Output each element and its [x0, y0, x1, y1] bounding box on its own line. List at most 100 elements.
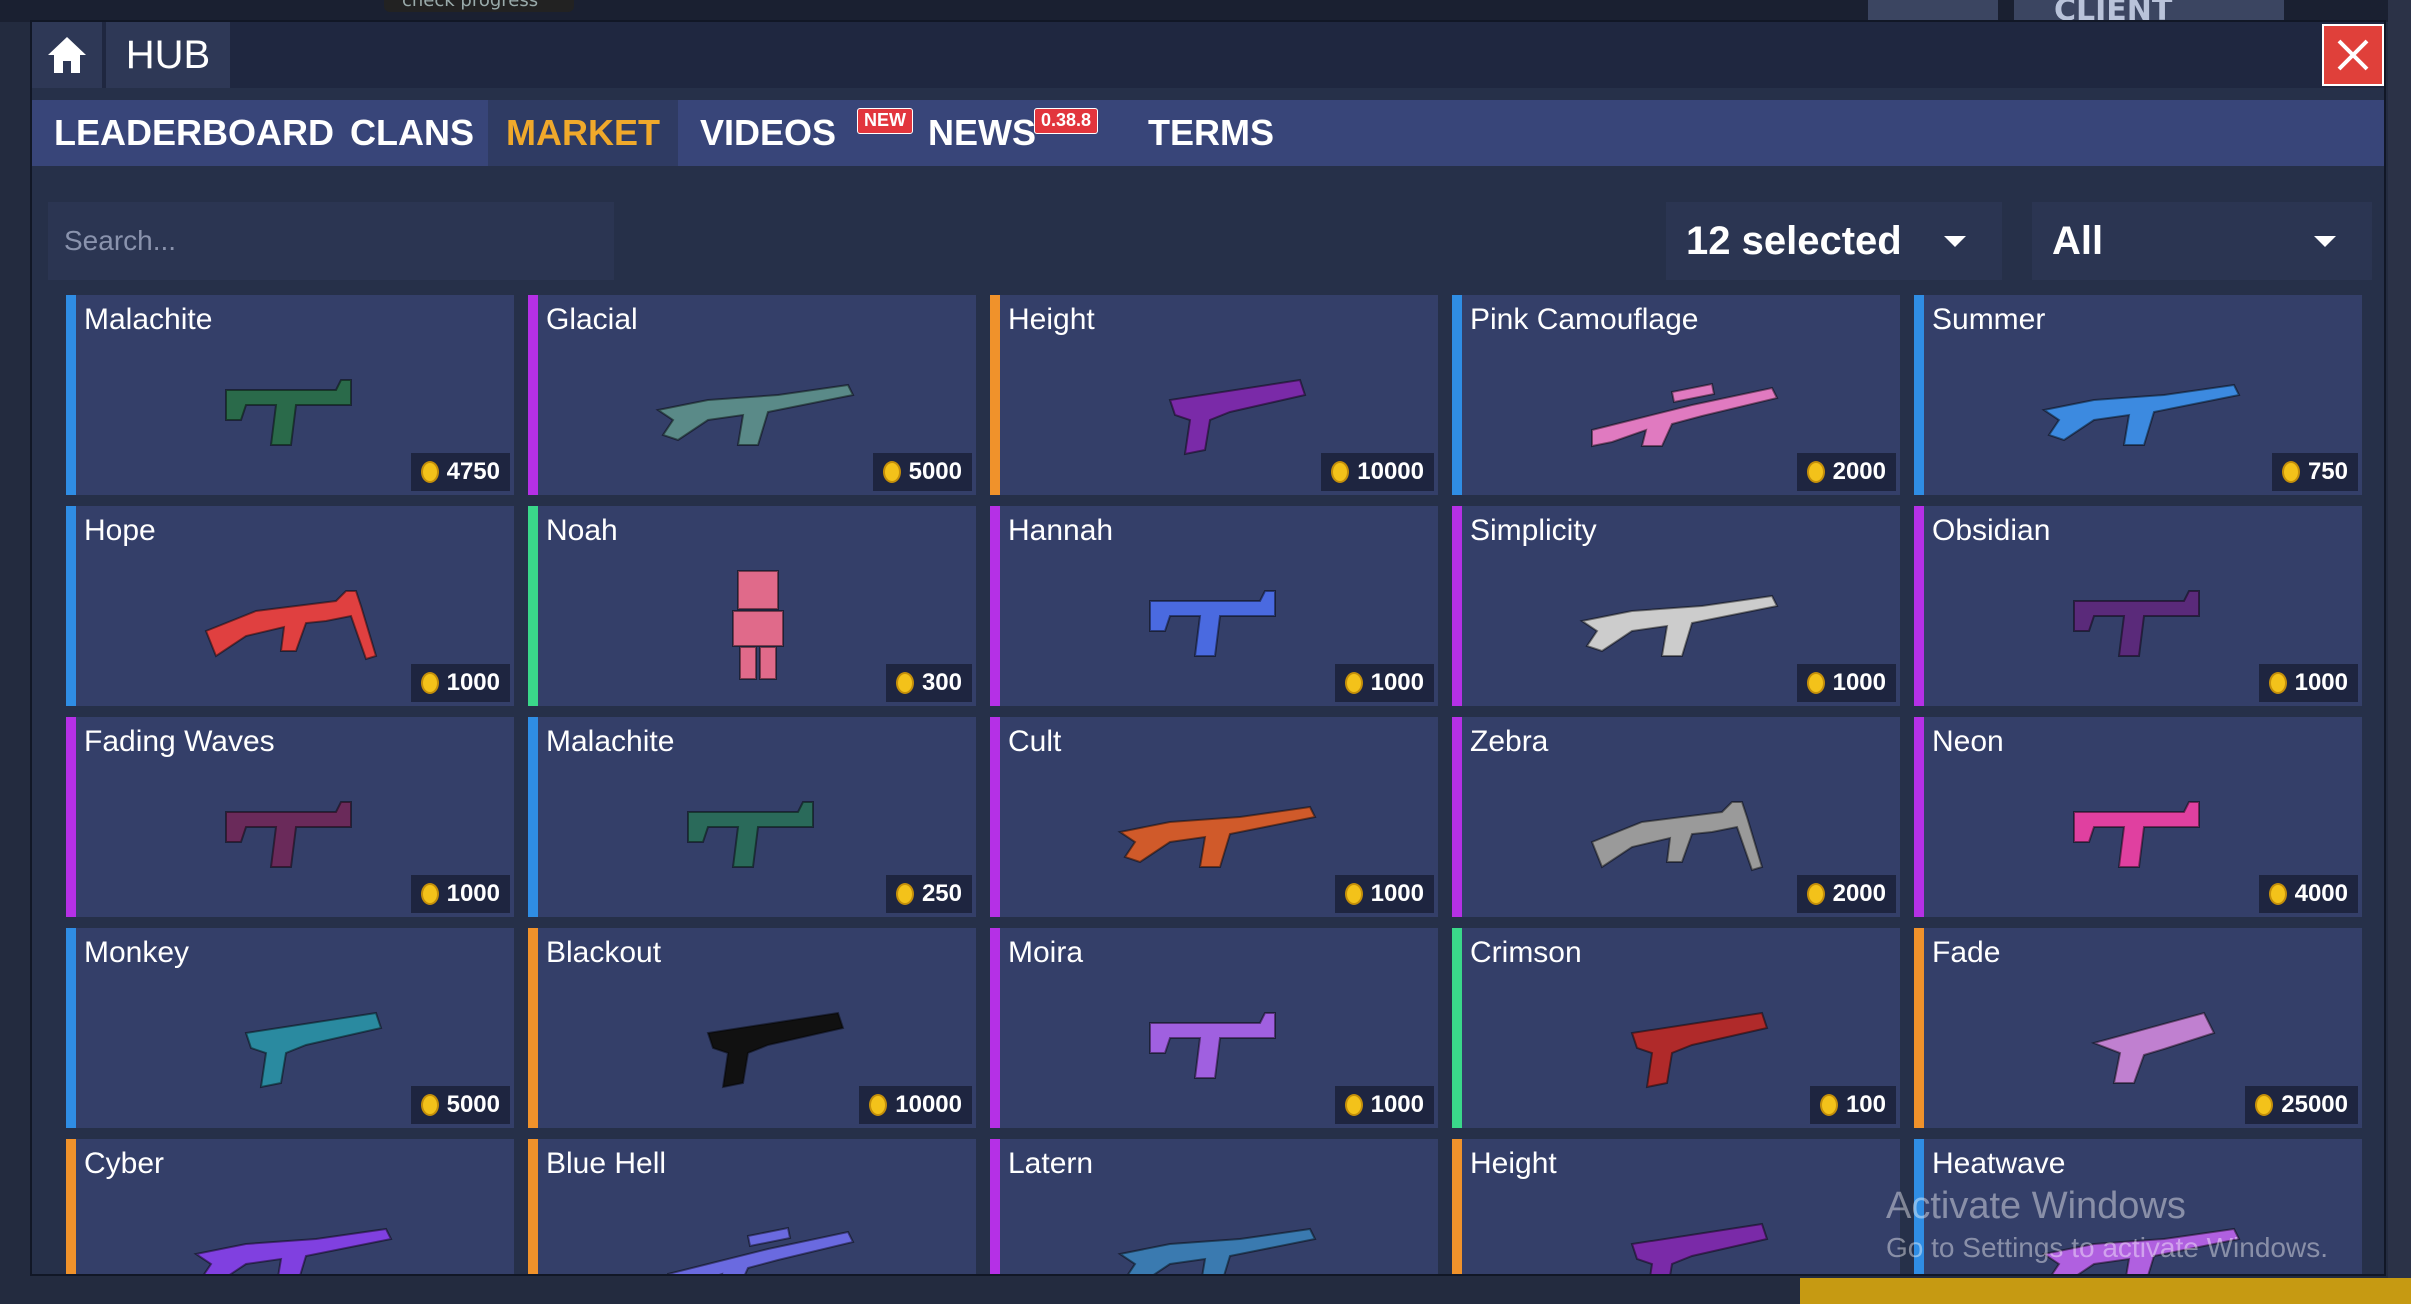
home-button[interactable]: [32, 22, 102, 88]
price-value: 1000: [2294, 669, 2348, 696]
close-button[interactable]: [2322, 24, 2384, 86]
rifle-icon: [2041, 1227, 2241, 1274]
market-item-card[interactable]: Neon 4000: [1914, 717, 2362, 917]
tab-leaderboard[interactable]: LEADERBOARD: [36, 100, 352, 166]
market-item-card[interactable]: Blue Hell: [528, 1139, 976, 1274]
rarity-stripe: [528, 717, 538, 917]
smg-icon: [1149, 1012, 1276, 1079]
market-item-card[interactable]: Height 10000: [990, 295, 1438, 495]
coin-icon: [2268, 672, 2287, 694]
close-icon: [2337, 39, 2369, 71]
tab-market[interactable]: MARKET: [488, 100, 678, 166]
rifle-icon: [655, 383, 855, 446]
market-item-card[interactable]: Simplicity 1000: [1452, 506, 1900, 706]
rarity-filter-value: All: [2052, 219, 2104, 263]
search-input[interactable]: [48, 202, 614, 280]
market-item-card[interactable]: Obsidian 1000: [1914, 506, 2362, 706]
item-name: Simplicity: [1470, 514, 1597, 547]
item-name: Obsidian: [1932, 514, 2051, 547]
smg-icon: [1149, 590, 1276, 657]
coin-icon: [869, 1094, 888, 1116]
revolver-icon: [1630, 1222, 1769, 1274]
smg-icon: [225, 801, 352, 868]
price-value: 4750: [446, 458, 500, 485]
market-item-card[interactable]: Summer 750: [1914, 295, 2362, 495]
item-name: Latern: [1008, 1147, 1094, 1180]
rarity-stripe: [1914, 1139, 1924, 1274]
smg-icon: [225, 379, 352, 446]
item-name: Cult: [1008, 725, 1062, 758]
item-price: 1000: [410, 664, 510, 702]
market-item-card[interactable]: Hannah 1000: [990, 506, 1438, 706]
client-label: CLIENT: [2054, 0, 2173, 22]
rarity-stripe: [66, 717, 76, 917]
coin-icon: [420, 461, 439, 483]
market-item-card[interactable]: Glacial 5000: [528, 295, 976, 495]
rarity-stripe: [1452, 506, 1462, 706]
hub-title: HUB: [106, 22, 230, 88]
tab-videos[interactable]: VIDEOS NEW: [682, 100, 913, 166]
market-item-card[interactable]: Zebra 2000: [1452, 717, 1900, 917]
rarity-stripe: [990, 1139, 1000, 1274]
smg-icon: [2073, 590, 2200, 657]
price-value: 1000: [446, 669, 500, 696]
background-bottom-bar: [1800, 1278, 2411, 1304]
tab-news[interactable]: NEWS 0.38.8: [910, 100, 1126, 166]
item-name: Fading Waves: [84, 725, 275, 758]
coin-icon: [895, 672, 914, 694]
tab-clans[interactable]: CLANS: [332, 100, 492, 166]
item-price: 25000: [2245, 1086, 2358, 1124]
item-name: Crimson: [1470, 936, 1582, 969]
rarity-stripe: [66, 928, 76, 1128]
category-filter-dropdown[interactable]: 12 selected: [1666, 202, 2002, 280]
pistol-icon: [2090, 1011, 2216, 1084]
lmg-icon: [204, 590, 378, 661]
rarity-filter-dropdown[interactable]: All: [2032, 202, 2372, 280]
background-tab: check progress: [384, 0, 574, 12]
sniper-icon: [667, 1226, 855, 1274]
price-value: 2000: [1832, 880, 1886, 907]
market-item-card[interactable]: Blackout 10000: [528, 928, 976, 1128]
market-item-card[interactable]: Cyber: [66, 1139, 514, 1274]
market-item-card[interactable]: Latern: [990, 1139, 1438, 1274]
rarity-stripe: [528, 928, 538, 1128]
rarity-stripe: [1452, 295, 1462, 495]
market-item-card[interactable]: Monkey 5000: [66, 928, 514, 1128]
smg-icon: [2073, 801, 2200, 868]
item-price: 750: [2271, 453, 2358, 491]
price-value: 1000: [1370, 1091, 1424, 1118]
item-price: 300: [885, 664, 972, 702]
market-item-card[interactable]: Malachite 250: [528, 717, 976, 917]
market-item-card[interactable]: Noah 300: [528, 506, 976, 706]
market-item-card[interactable]: Pink Camouflage 2000: [1452, 295, 1900, 495]
coin-icon: [1819, 1094, 1838, 1116]
market-item-card[interactable]: Cult 1000: [990, 717, 1438, 917]
price-value: 750: [2307, 458, 2348, 485]
rifle-icon: [1579, 594, 1779, 657]
market-item-card[interactable]: Malachite 4750: [66, 295, 514, 495]
item-price: 1000: [2258, 664, 2358, 702]
market-item-card[interactable]: Crimson 100: [1452, 928, 1900, 1128]
rarity-stripe: [990, 717, 1000, 917]
market-item-card[interactable]: Height: [1452, 1139, 1900, 1274]
item-name: Height: [1470, 1147, 1557, 1180]
market-grid: Malachite 4750 Glacial 5000 Height 10000 Pink …: [48, 292, 2378, 1274]
item-name: Pink Camouflage: [1470, 303, 1699, 336]
price-value: 4000: [2294, 880, 2348, 907]
market-item-card[interactable]: Hope 1000: [66, 506, 514, 706]
market-item-card[interactable]: Fade 25000: [1914, 928, 2362, 1128]
tab-terms[interactable]: TERMS: [1130, 100, 1292, 166]
rarity-stripe: [1914, 295, 1924, 495]
coin-icon: [1344, 672, 1363, 694]
market-item-card[interactable]: Moira 1000: [990, 928, 1438, 1128]
market-item-card[interactable]: Heatwave: [1914, 1139, 2362, 1274]
revolver-icon: [244, 1011, 383, 1089]
rarity-stripe: [1914, 506, 1924, 706]
background-tab-text: check progress: [402, 0, 539, 11]
rarity-stripe: [1452, 928, 1462, 1128]
item-name: Malachite: [546, 725, 675, 758]
coin-icon: [882, 461, 901, 483]
price-value: 25000: [2281, 1091, 2348, 1118]
item-name: Fade: [1932, 936, 2001, 969]
market-item-card[interactable]: Fading Waves 1000: [66, 717, 514, 917]
